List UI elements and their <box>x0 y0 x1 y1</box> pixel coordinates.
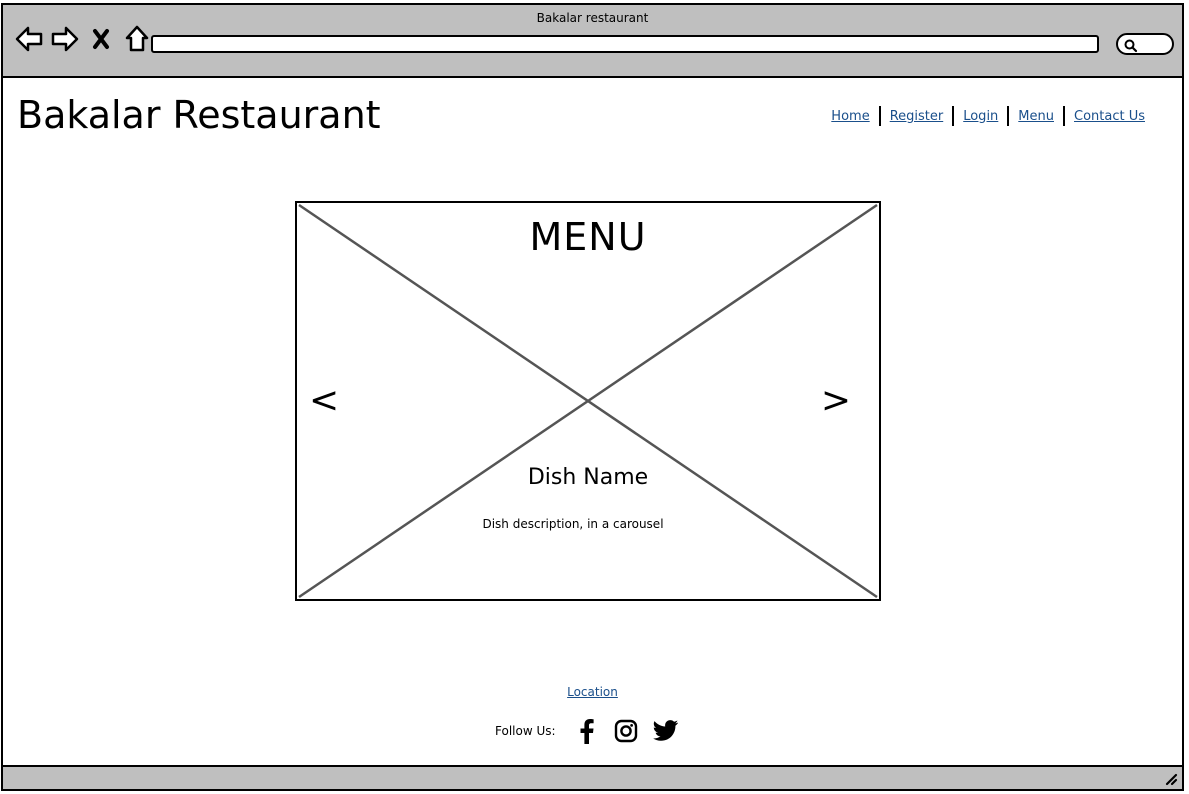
browser-search-box[interactable] <box>1116 33 1174 55</box>
nav-link-menu[interactable]: Menu <box>1009 109 1063 124</box>
window-title: Bakalar restaurant <box>536 11 649 25</box>
back-arrow-icon[interactable] <box>15 25 43 53</box>
forward-arrow-icon[interactable] <box>51 25 79 53</box>
resize-grip-icon[interactable] <box>1164 772 1178 786</box>
menu-carousel: MENU < > Dish Name Dish description, in … <box>295 201 881 601</box>
search-icon <box>1124 39 1138 53</box>
nav-link-contact-us[interactable]: Contact Us <box>1065 109 1154 124</box>
browser-status-bar <box>3 765 1182 789</box>
twitter-icon[interactable] <box>652 717 680 745</box>
carousel-heading: MENU <box>529 215 647 259</box>
social-follow: Follow Us: <box>495 717 680 745</box>
main-nav: Home Register Login Menu Contact Us <box>822 106 1154 126</box>
nav-link-home[interactable]: Home <box>822 109 878 124</box>
follow-label: Follow Us: <box>495 724 556 738</box>
nav-link-register[interactable]: Register <box>881 109 953 124</box>
address-bar[interactable] <box>151 35 1099 53</box>
close-icon[interactable] <box>87 25 115 53</box>
browser-chrome: Bakalar restaurant <box>3 5 1182 78</box>
carousel-prev-button[interactable]: < <box>303 381 345 421</box>
browser-nav-buttons <box>15 25 151 53</box>
carousel-next-button[interactable]: > <box>815 381 857 421</box>
dish-name: Dish Name <box>527 465 649 490</box>
image-placeholder <box>298 203 878 599</box>
browser-window: Bakalar restaurant Bakalar Restaurant Ho… <box>1 3 1184 791</box>
instagram-icon[interactable] <box>612 717 640 745</box>
site-title: Bakalar Restaurant <box>17 93 381 137</box>
nav-link-login[interactable]: Login <box>954 109 1007 124</box>
facebook-icon[interactable] <box>572 717 600 745</box>
footer-location: Location <box>3 685 1182 699</box>
home-icon[interactable] <box>123 25 151 53</box>
dish-description: Dish description, in a carousel <box>482 517 664 531</box>
location-link[interactable]: Location <box>567 685 618 699</box>
